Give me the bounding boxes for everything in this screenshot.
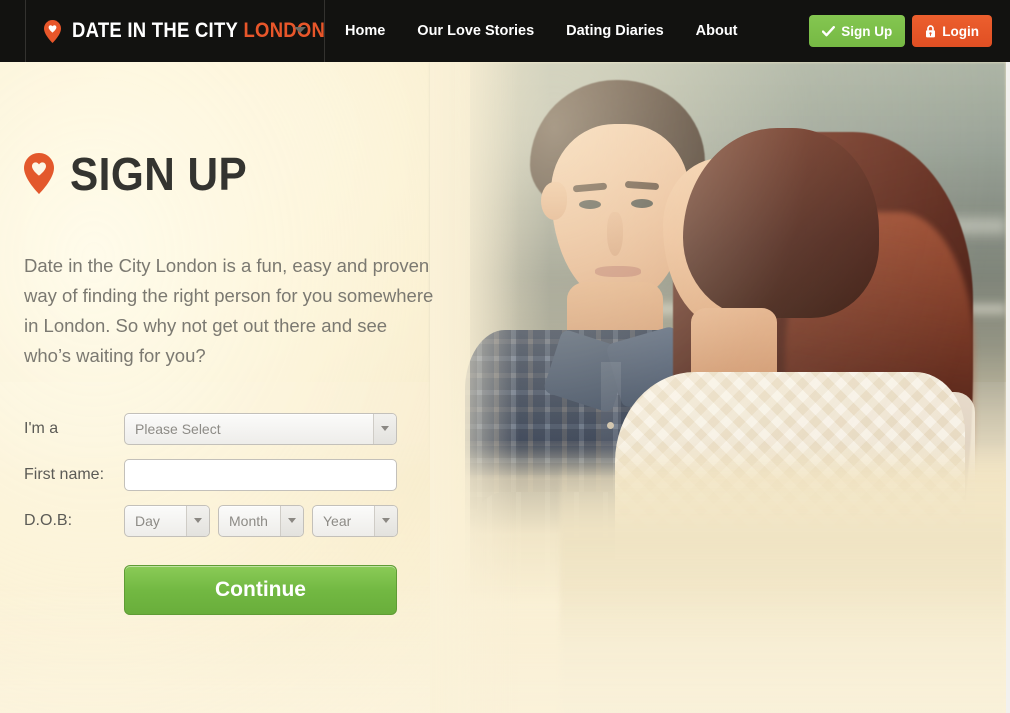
page-title-row: SIGN UP	[24, 120, 520, 228]
brand-title-main: DATE IN THE CITY	[72, 19, 239, 42]
main-nav: Home Our Love Stories Dating Diaries Abo…	[345, 0, 738, 62]
brand-block[interactable]: DATE IN THE CITY LONDON	[25, 0, 325, 62]
form-row-gender: I'm a Please Select	[24, 412, 520, 445]
chevron-down-icon[interactable]	[374, 505, 397, 536]
page-title: SIGN UP	[70, 147, 248, 200]
brand-title-accent: LONDON	[243, 19, 326, 42]
first-name-input[interactable]	[124, 458, 397, 491]
dob-year-value: Year	[323, 512, 352, 529]
dob-label: D.O.B:	[24, 511, 73, 529]
signup-button[interactable]: Sign Up	[809, 15, 906, 47]
dob-month-select[interactable]: Month	[218, 504, 304, 537]
chevron-down-icon[interactable]	[186, 505, 209, 536]
gender-control: Please Select	[124, 412, 397, 445]
signup-form: I'm a Please Select First name: D.O.B: D…	[24, 412, 520, 615]
lock-icon	[925, 24, 936, 38]
dob-control: Day Month Year	[124, 504, 398, 537]
header-actions: Sign Up Login	[809, 15, 992, 47]
dob-month-value: Month	[229, 512, 268, 529]
chevron-down-icon[interactable]	[294, 27, 306, 33]
signup-panel: SIGN UP Date in the City London is a fun…	[0, 62, 520, 615]
nav-item-home[interactable]: Home	[345, 23, 385, 39]
dob-day-value: Day	[135, 512, 160, 529]
nav-item-about[interactable]: About	[696, 23, 738, 39]
gender-select-value: Please Select	[135, 420, 221, 437]
form-row-dob: D.O.B: Day Month Year	[24, 504, 520, 537]
dob-year-select[interactable]: Year	[312, 504, 398, 537]
hero-paragraph: Date in the City London is a fun, easy a…	[24, 254, 434, 366]
gender-label: I'm a	[24, 419, 59, 437]
first-name-label: First name:	[24, 465, 105, 483]
chevron-down-icon[interactable]	[373, 413, 396, 444]
login-button-label: Login	[942, 23, 979, 39]
login-button[interactable]: Login	[912, 15, 992, 47]
nav-item-dating-diaries[interactable]: Dating Diaries	[566, 23, 664, 39]
page-right-edge	[1006, 0, 1010, 713]
form-row-first-name: First name:	[24, 458, 520, 491]
chevron-down-icon[interactable]	[280, 505, 303, 536]
check-icon	[822, 25, 836, 37]
map-pin-heart-icon	[24, 153, 54, 195]
brand-title: DATE IN THE CITY LONDON	[72, 19, 325, 43]
map-pin-heart-icon	[44, 19, 61, 43]
nav-item-our-love-stories[interactable]: Our Love Stories	[417, 23, 534, 39]
gender-select[interactable]: Please Select	[124, 412, 397, 445]
continue-button[interactable]: Continue	[124, 564, 397, 615]
signup-button-label: Sign Up	[841, 23, 893, 39]
page-root: DATE IN THE CITY LONDON Home Our Love St…	[0, 0, 1010, 713]
first-name-control	[124, 458, 397, 491]
dob-day-select[interactable]: Day	[124, 504, 210, 537]
site-header: DATE IN THE CITY LONDON Home Our Love St…	[0, 0, 1010, 62]
